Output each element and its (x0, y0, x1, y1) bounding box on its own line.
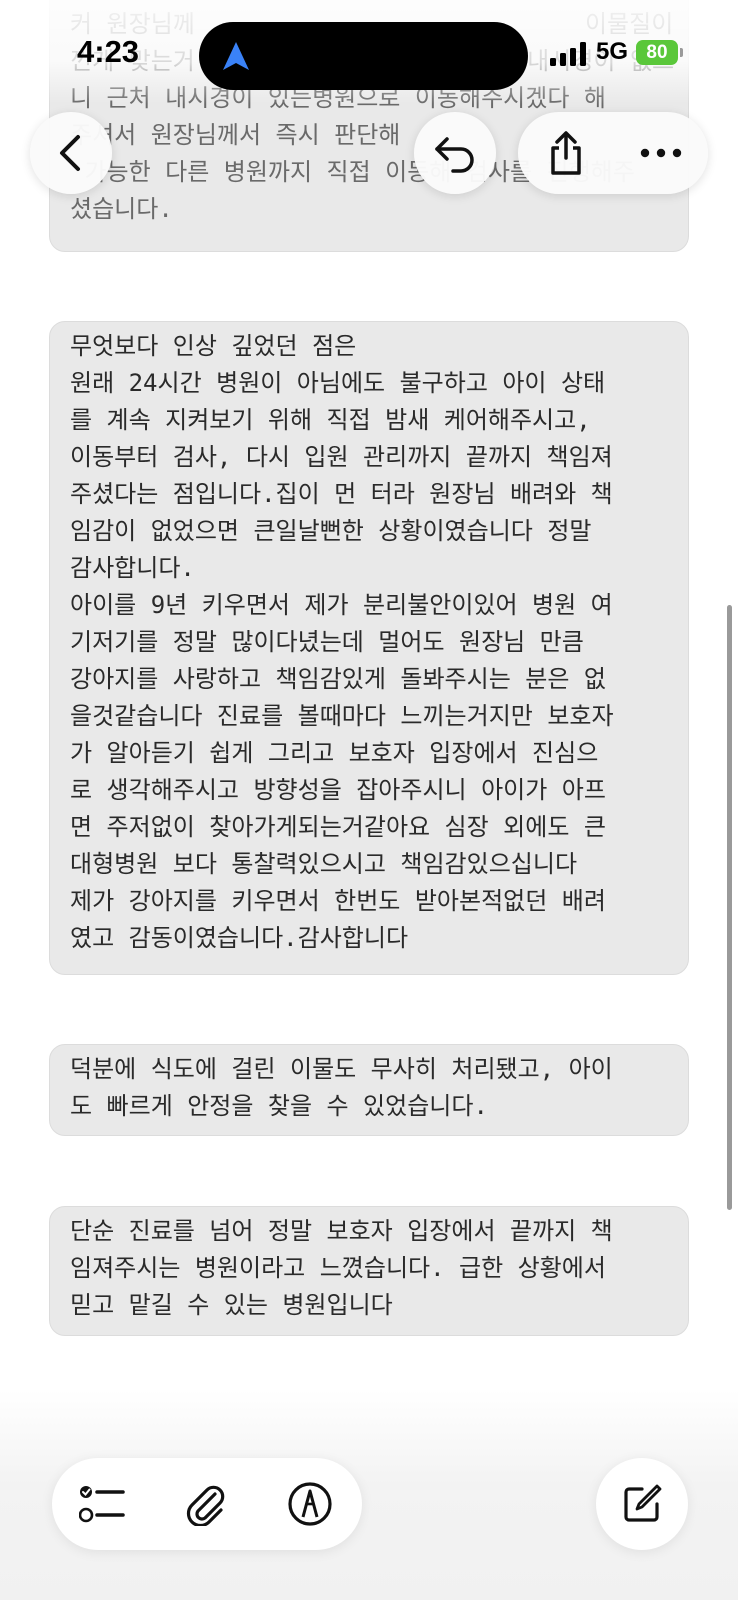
dynamic-island (199, 22, 528, 90)
bottom-toolbar (52, 1458, 362, 1550)
compose-icon (624, 1484, 662, 1522)
status-time: 4:23 (77, 34, 140, 69)
note-text-block[interactable]: 단순 진료를 넘어 정말 보호자 입장에서 끝까지 책 임져주시는 병원이라고 … (49, 1206, 689, 1336)
note-text-block[interactable]: 덕분에 식도에 걸린 이물도 무사히 처리됐고, 아이 도 빠르게 안정을 찾을… (49, 1044, 689, 1136)
more-button[interactable] (613, 112, 708, 194)
markup-pen-icon (288, 1482, 332, 1526)
markup-button[interactable] (280, 1474, 340, 1534)
share-icon (550, 131, 581, 175)
note-text-block[interactable]: 무엇보다 인상 깊었던 점은 원래 24시간 병원이 아님에도 불구하고 아이 … (49, 321, 689, 975)
more-icon (640, 148, 681, 158)
chevron-left-icon (60, 135, 80, 171)
battery-level: 80 (646, 42, 668, 63)
checklist-button[interactable] (72, 1474, 132, 1534)
checklist-icon (79, 1486, 125, 1523)
status-bar: 4:23 5G 80 (0, 0, 738, 104)
attach-button[interactable] (176, 1474, 236, 1534)
location-arrow-icon (223, 42, 249, 70)
battery-cap (680, 48, 683, 57)
undo-icon (435, 137, 474, 173)
actions-group (518, 112, 708, 194)
signal-icon (550, 42, 586, 66)
share-button[interactable] (518, 112, 613, 194)
network-type: 5G (596, 38, 629, 65)
compose-button[interactable] (596, 1458, 688, 1550)
scrollbar[interactable] (727, 605, 732, 1210)
back-button[interactable] (30, 112, 112, 194)
paperclip-icon (186, 1485, 225, 1526)
undo-button[interactable] (414, 112, 496, 194)
battery-icon: 80 (636, 40, 678, 65)
